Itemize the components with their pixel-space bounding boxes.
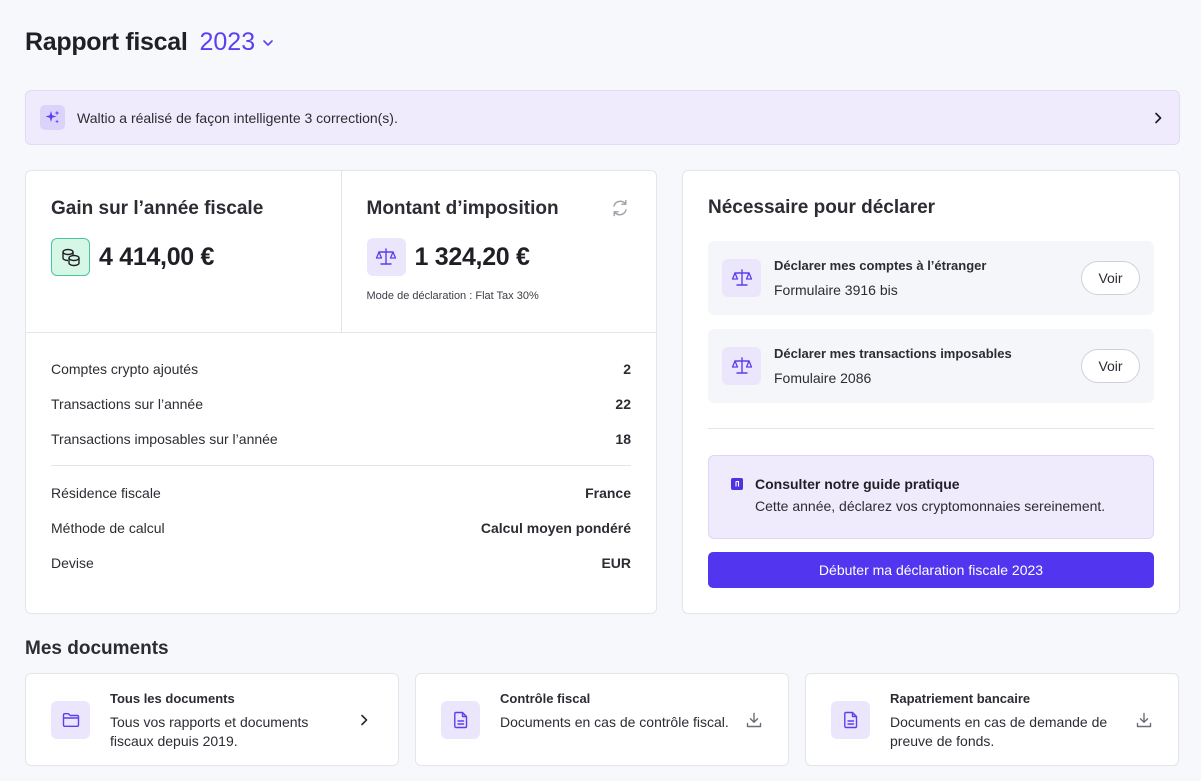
setting-row-residence: Résidence fiscale France [51, 484, 631, 501]
document-title: Rapatriement bancaire [890, 691, 1031, 706]
fiscal-summary-card: Gain sur l’année fiscale 4 414,00 € Mont… [25, 170, 657, 614]
document-card-bank-repatriation[interactable]: Rapatriement bancaire Documents en cas d… [805, 673, 1179, 766]
book-icon [731, 478, 743, 490]
gain-value: 4 414,00 € [99, 242, 215, 271]
required-item-foreign-accounts: Déclarer mes comptes à l’étranger Formul… [708, 241, 1154, 315]
declaration-mode: Mode de déclaration : Flat Tax 30% [366, 290, 539, 302]
required-item-taxable-transactions: Déclarer mes transactions imposables Fom… [708, 329, 1154, 403]
stat-row-accounts: Comptes crypto ajoutés 2 [51, 360, 631, 377]
divider [708, 428, 1154, 429]
start-declaration-button[interactable]: Débuter ma déclaration fiscale 2023 [708, 552, 1154, 588]
year-value: 2023 [199, 28, 256, 56]
scale-icon [722, 347, 761, 385]
page-title: Rapport fiscal [25, 28, 188, 56]
stat-row-taxable-transactions: Transactions imposables sur l’année 18 [51, 430, 631, 447]
gain-title: Gain sur l’année fiscale [51, 198, 264, 219]
required-item-title: Déclarer mes transactions imposables [774, 346, 1012, 361]
page-header: Rapport fiscal 2023 [25, 28, 275, 57]
divider [51, 465, 631, 466]
coins-icon [51, 238, 90, 276]
chevron-right-icon [1155, 112, 1162, 123]
year-selector[interactable]: 2023 [200, 28, 276, 57]
setting-row-method: Méthode de calcul Calcul moyen pondéré [51, 519, 631, 536]
setting-row-currency: Devise EUR [51, 554, 631, 571]
stat-row-transactions: Transactions sur l’année 22 [51, 395, 631, 412]
voir-button[interactable]: Voir [1081, 261, 1140, 295]
corrections-banner[interactable]: Waltio a réalisé de façon intelligente 3… [25, 90, 1180, 145]
chevron-down-icon [263, 39, 273, 46]
document-card-tax-audit[interactable]: Contrôle fiscal Documents en cas de cont… [415, 673, 789, 766]
tax-value: 1 324,20 € [414, 242, 530, 271]
banner-text: Waltio a réalisé de façon intelligente 3… [77, 109, 398, 126]
guide-subtitle: Cette année, déclarez vos cryptomonnaies… [755, 498, 1106, 514]
required-item-subtitle: Formulaire 3916 bis [774, 282, 898, 298]
document-title: Contrôle fiscal [500, 691, 591, 706]
document-subtitle: Documents en cas de demande de preuve de… [890, 714, 1108, 749]
document-title: Tous les documents [110, 691, 235, 706]
document-subtitle: Tous vos rapports et documents fiscaux d… [110, 714, 309, 749]
declaration-card: Nécessaire pour déclarer Déclarer mes co… [682, 170, 1180, 614]
tax-section: Montant d’imposition 1 324,20 € Mode de … [340, 171, 657, 332]
download-icon[interactable] [745, 711, 763, 729]
required-item-subtitle: Fomulaire 2086 [774, 370, 872, 386]
scale-icon [722, 259, 761, 297]
gain-section: Gain sur l’année fiscale 4 414,00 € [26, 171, 341, 332]
document-icon [831, 701, 870, 739]
guide-title: Consulter notre guide pratique [755, 476, 960, 492]
sparkles-icon [40, 105, 65, 130]
voir-button[interactable]: Voir [1081, 349, 1140, 383]
required-item-title: Déclarer mes comptes à l’étranger [774, 258, 987, 273]
scale-icon [366, 238, 406, 276]
documents-title: Mes documents [25, 638, 169, 659]
refresh-icon[interactable] [610, 198, 630, 218]
document-subtitle: Documents en cas de contrôle fiscal. [500, 714, 729, 730]
download-icon[interactable] [1135, 711, 1153, 729]
tax-title: Montant d’imposition [366, 198, 559, 219]
folder-icon [51, 701, 90, 739]
document-card-all[interactable]: Tous les documents Tous vos rapports et … [25, 673, 399, 766]
practical-guide-link[interactable]: Consulter notre guide pratique Cette ann… [708, 455, 1154, 539]
chevron-right-icon [361, 714, 368, 726]
required-title: Nécessaire pour déclarer [708, 197, 936, 218]
document-icon [441, 701, 480, 739]
